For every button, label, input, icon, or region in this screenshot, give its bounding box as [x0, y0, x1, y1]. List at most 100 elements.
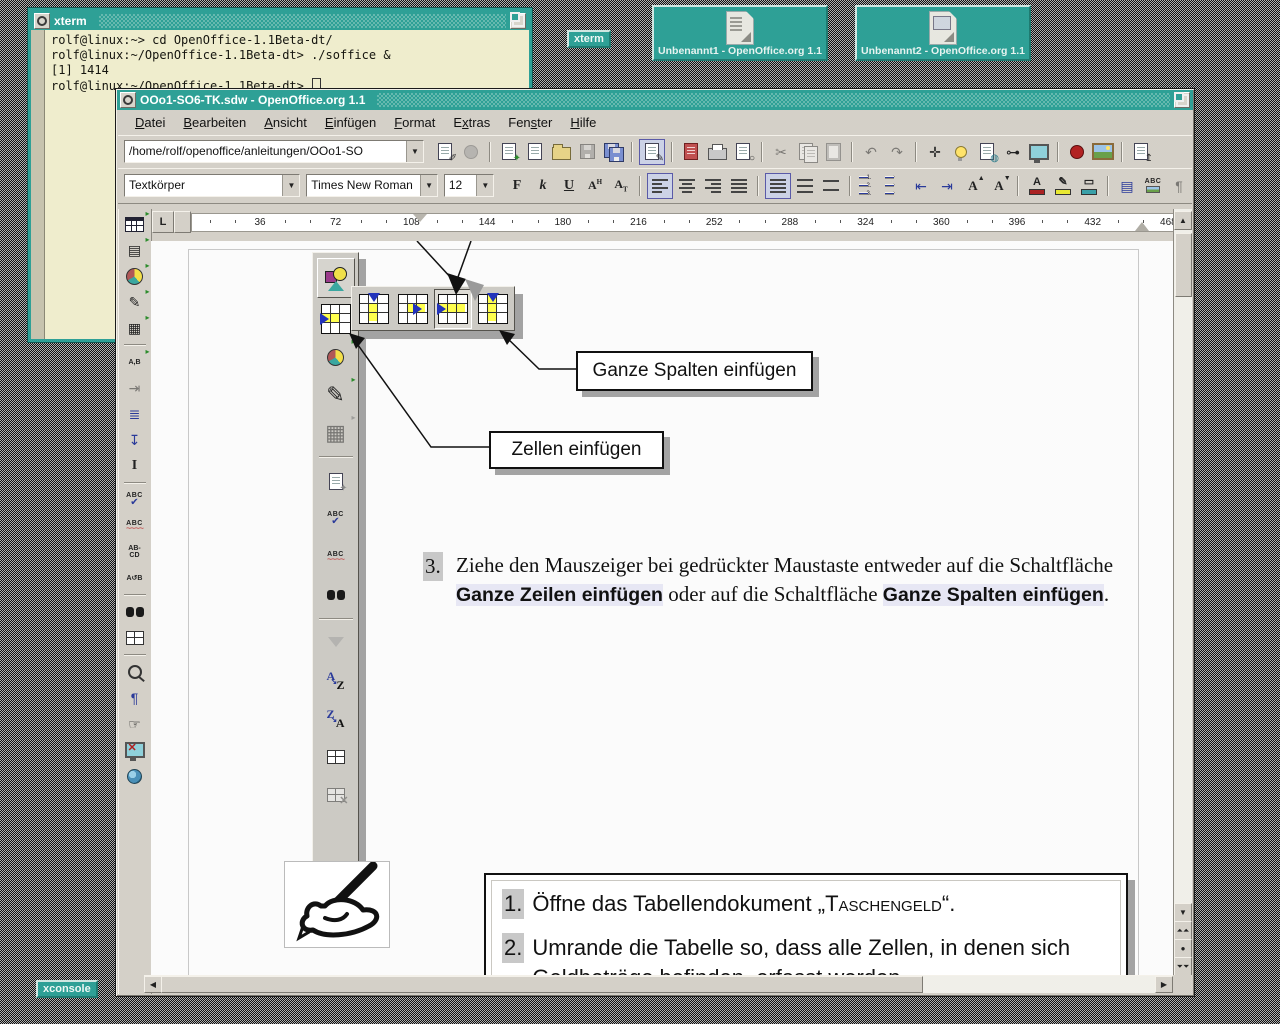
bold-icon[interactable]: F: [505, 174, 529, 198]
decrease-indent-icon[interactable]: ⇤: [909, 174, 933, 198]
copy-icon[interactable]: [795, 140, 819, 164]
load-url-icon[interactable]: ✐: [433, 140, 457, 164]
menu-extras[interactable]: Extras: [444, 112, 499, 133]
line-spacing-2-icon[interactable]: [819, 174, 843, 198]
menu-datei[interactable]: Datei: [126, 112, 174, 133]
draw-icon[interactable]: ✎: [318, 378, 354, 412]
insert-chart-icon[interactable]: [318, 340, 354, 374]
right-indent-marker[interactable]: [1135, 215, 1149, 231]
italic-icon[interactable]: k: [531, 174, 555, 198]
gallery-picture-icon[interactable]: [1091, 140, 1115, 164]
horizontal-scrollbar-thumb[interactable]: [161, 976, 923, 993]
insert-fields-icon[interactable]: A,B: [122, 350, 148, 374]
form-functions-icon[interactable]: ▦: [122, 316, 148, 340]
font-color-icon[interactable]: A: [1025, 174, 1049, 198]
insert-cells-icon[interactable]: [318, 302, 354, 336]
nonprinting-characters-icon[interactable]: ¶: [122, 686, 148, 710]
drag-mode-icon[interactable]: ☞: [122, 712, 148, 736]
insert-table-icon[interactable]: [122, 212, 148, 236]
hyphenation-icon[interactable]: AB- CD: [122, 540, 148, 564]
paste-icon[interactable]: [821, 140, 845, 164]
document-area[interactable]: ✎▦✦ABC✔ABC~~~~A↘ZZ↘A✕ Ganze Spalten einf…: [151, 241, 1173, 975]
autospellcheck-icon[interactable]: ABC~~~~: [318, 540, 354, 574]
page-preview-icon[interactable]: ○: [731, 140, 755, 164]
draw-functions-icon[interactable]: ✎: [122, 290, 148, 314]
record-changes-icon[interactable]: [1065, 140, 1089, 164]
window-menu-button[interactable]: [120, 92, 136, 108]
insert-object-icon[interactable]: [317, 258, 355, 298]
close-preview-icon[interactable]: ✕: [122, 738, 148, 762]
fullscreen-icon[interactable]: [1027, 140, 1051, 164]
menu-hilfe[interactable]: Hilfe: [561, 112, 605, 133]
online-layout-icon[interactable]: [122, 764, 148, 788]
gallery-icon[interactable]: ◍: [975, 140, 999, 164]
line-spacing-15-icon[interactable]: [793, 174, 817, 198]
redo-icon[interactable]: ↷: [885, 140, 909, 164]
font-name-combobox[interactable]: Times New Roman ▼: [306, 174, 438, 197]
split-cells-icon[interactable]: [318, 740, 354, 774]
step-3-paragraph[interactable]: 3. Ziehe den Mauszeiger bei gedrückter M…: [423, 551, 1123, 610]
stylist-icon[interactable]: [949, 140, 973, 164]
scroll-right-button[interactable]: ▶: [1155, 976, 1173, 993]
insert-object-icon[interactable]: ⇥: [122, 376, 148, 400]
vertical-scrollbar[interactable]: ▲ ▼ ⏶⏶ ● ⏷⏷: [1173, 209, 1192, 975]
instruction-box[interactable]: 1.Öffne das Tabellendokument „Taschengel…: [484, 873, 1128, 975]
edit-file-icon[interactable]: ✎: [639, 139, 665, 165]
url-combobox[interactable]: /home/rolf/openoffice/anleitungen/OOo1-S…: [124, 140, 424, 163]
find-icon[interactable]: [318, 578, 354, 612]
cut-icon[interactable]: ✂: [769, 140, 793, 164]
increase-indent-icon[interactable]: ⇥: [935, 174, 959, 198]
font-size-combobox[interactable]: 12 ▼: [444, 174, 494, 197]
window-titlebar[interactable]: OOo1-SO6-TK.sdw - OpenOffice.org 1.1: [117, 90, 1193, 110]
new-document-icon[interactable]: [523, 140, 547, 164]
formatting-marks-icon[interactable]: ¶: [1167, 174, 1191, 198]
scroll-down-button[interactable]: ▼: [1174, 903, 1192, 922]
export-pdf-icon[interactable]: [679, 140, 703, 164]
align-justify-icon[interactable]: [727, 174, 751, 198]
subscript-icon[interactable]: AT: [609, 174, 633, 198]
autospellcheck-icon[interactable]: ABC~~~~: [122, 514, 148, 538]
insert-frame-icon[interactable]: ▤: [122, 238, 148, 262]
spellcheck-icon[interactable]: ABC✔: [318, 502, 354, 536]
stop-loading-icon[interactable]: [459, 140, 483, 164]
align-right-icon[interactable]: [701, 174, 725, 198]
chevron-down-icon[interactable]: ▼: [420, 175, 437, 196]
navigator-icon[interactable]: ✛: [923, 140, 947, 164]
numbering-on-icon[interactable]: 1.2.3.: [857, 174, 881, 198]
delete-cells-icon[interactable]: ✕: [318, 778, 354, 812]
direct-cursor-icon[interactable]: I: [122, 454, 148, 478]
highlighting-icon[interactable]: ✎: [1051, 174, 1075, 198]
tab-type-button[interactable]: L: [152, 211, 174, 233]
zoom-icon[interactable]: [122, 660, 148, 684]
next-page-button[interactable]: ⏷⏷: [1174, 957, 1192, 976]
menu-ansicht[interactable]: Ansicht: [255, 112, 316, 133]
xterm-minimized-icon[interactable]: xterm: [567, 30, 611, 48]
align-left-icon[interactable]: [647, 173, 673, 199]
indent-marker[interactable]: [413, 214, 428, 231]
paragraph-background-icon[interactable]: ▭: [1077, 174, 1101, 198]
xterm-titlebar[interactable]: xterm: [31, 11, 529, 30]
decrease-font-icon[interactable]: A▼: [987, 174, 1011, 198]
line-spacing-1-icon[interactable]: [765, 173, 791, 199]
text-replace-icon[interactable]: ABC: [1141, 174, 1165, 198]
window-menu-button[interactable]: [34, 13, 50, 29]
xconsole-minimized-icon[interactable]: xconsole: [36, 980, 98, 998]
autotext-icon[interactable]: ✦: [318, 464, 354, 498]
print-icon[interactable]: [705, 140, 729, 164]
maximize-button[interactable]: [1174, 92, 1190, 108]
graphics-on-off-icon[interactable]: ▤: [1115, 174, 1139, 198]
paragraph-style-combobox[interactable]: Textkörper ▼: [124, 174, 300, 197]
form-icon[interactable]: ▦: [318, 416, 354, 450]
insert-chart-icon[interactable]: [122, 264, 148, 288]
chevron-down-icon[interactable]: ▼: [476, 175, 493, 196]
menu-fenster[interactable]: Fenster: [499, 112, 561, 133]
horizontal-ruler[interactable]: 3672108144180216252288324360396432468: [191, 213, 1175, 232]
save-document-icon[interactable]: [575, 140, 599, 164]
new-from-template-icon[interactable]: ✦: [497, 140, 521, 164]
find-replace-icon[interactable]: [122, 600, 148, 624]
menu-format[interactable]: Format: [385, 112, 444, 133]
superscript-icon[interactable]: AH: [583, 174, 607, 198]
navigation-button[interactable]: ●: [1174, 939, 1192, 958]
previous-page-button[interactable]: ⏶⏶: [1174, 921, 1192, 940]
minimized-window-unbenannt2[interactable]: Unbenannt2 - OpenOffice.org 1.1: [855, 5, 1031, 61]
